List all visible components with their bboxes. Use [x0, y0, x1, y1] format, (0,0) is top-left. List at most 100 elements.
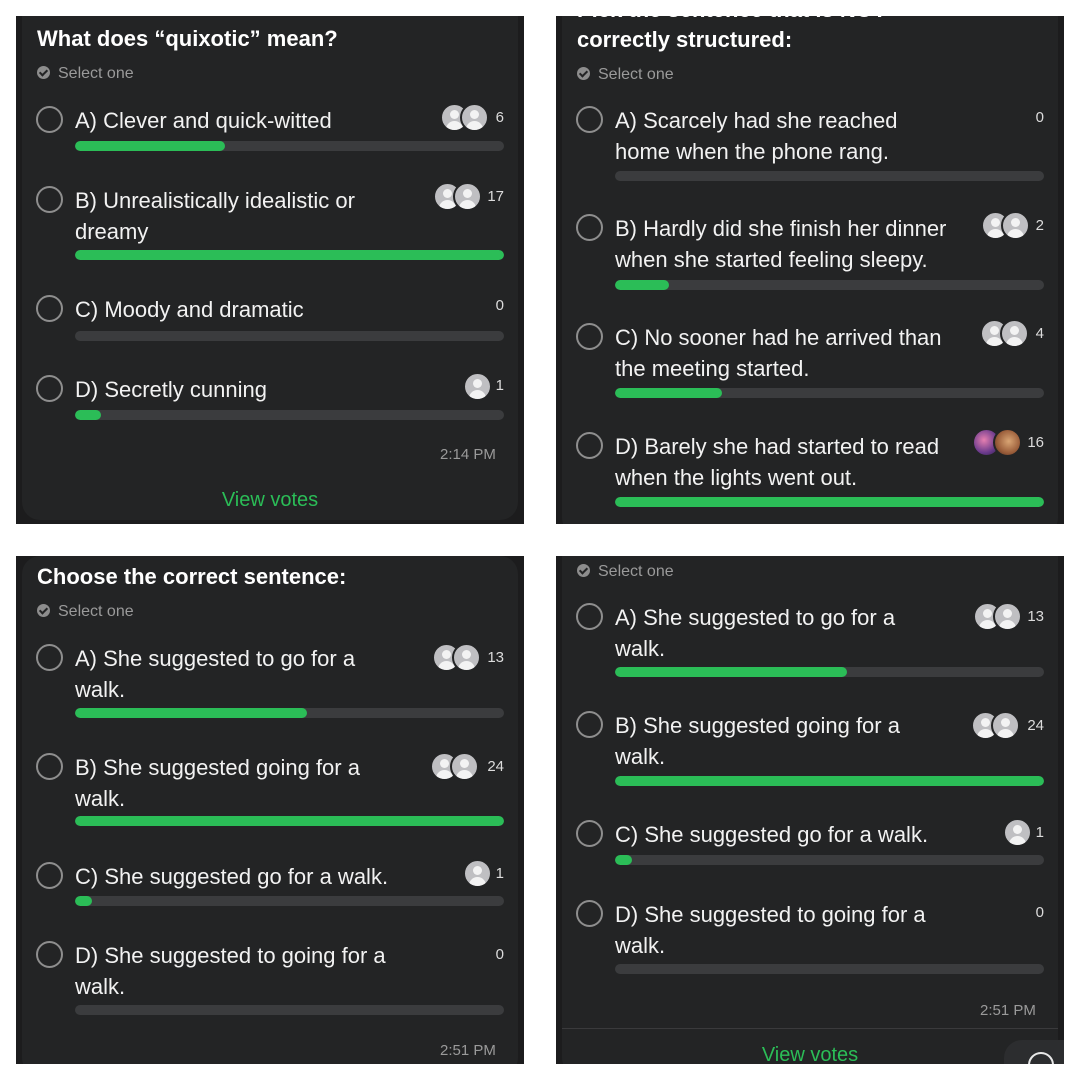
- timestamp: 2:51 PM: [980, 1002, 1036, 1019]
- radio-option-c[interactable]: [576, 323, 603, 350]
- poll-panel-correct-sentence-results: Select one A) She suggested to go for a …: [556, 556, 1064, 1064]
- poll-question-partial: Pick the sentence that is NOT: [577, 16, 886, 24]
- radio-option-a[interactable]: [576, 106, 603, 133]
- poll-card: Pick the sentence that is NOT correctly …: [562, 16, 1058, 524]
- option-c-label[interactable]: C) She suggested go for a walk.: [615, 819, 975, 850]
- radio-option-a[interactable]: [36, 644, 63, 671]
- result-bar-d: [75, 1005, 504, 1015]
- option-a-label[interactable]: A) She suggested to go for a walk.: [615, 602, 925, 664]
- view-votes-button[interactable]: View votes: [710, 1044, 910, 1064]
- vote-count-a: 13: [487, 649, 504, 666]
- footer-divider: [562, 1028, 1058, 1029]
- radio-option-a[interactable]: [36, 106, 63, 133]
- vote-count-c: 1: [1035, 824, 1044, 841]
- option-c-label[interactable]: C) No sooner had he arrived than the mee…: [615, 322, 975, 384]
- option-d-label[interactable]: D) She suggested to going for a walk.: [615, 899, 945, 961]
- vote-count-b: 2: [1035, 217, 1044, 234]
- radio-option-a[interactable]: [576, 603, 603, 630]
- result-bar-a: [75, 141, 504, 151]
- result-bar-b: [75, 250, 504, 260]
- vote-count-a: 13: [1027, 608, 1044, 625]
- view-votes-button[interactable]: View votes: [170, 489, 370, 512]
- result-bar-c: [75, 331, 504, 341]
- option-c-label[interactable]: C) She suggested go for a walk.: [75, 861, 435, 892]
- result-bar-c: [75, 896, 504, 906]
- result-bar-d: [615, 497, 1044, 507]
- option-d-label[interactable]: D) She suggested to going for a walk.: [75, 940, 405, 1002]
- option-b-label[interactable]: B) Unrealistically idealistic or dreamy: [75, 185, 385, 247]
- check-circle-icon: [37, 604, 50, 617]
- result-bar-b: [615, 280, 1044, 290]
- result-fill-a: [75, 708, 307, 718]
- option-a-label[interactable]: A) Scarcely had she reached home when th…: [615, 105, 945, 167]
- poll-question: What does “quixotic” mean?: [37, 26, 338, 51]
- poll-card: Select one A) She suggested to go for a …: [562, 556, 1058, 1064]
- select-one-hint: Select one: [577, 66, 674, 84]
- result-fill-b: [615, 776, 1044, 786]
- select-one-hint: Select one: [37, 603, 134, 621]
- radio-option-d[interactable]: [36, 375, 63, 402]
- result-fill-c: [75, 896, 93, 906]
- poll-card: What does “quixotic” mean? Select one A)…: [22, 16, 518, 520]
- result-bar-a: [615, 171, 1044, 181]
- result-fill-d: [75, 410, 101, 420]
- vote-count-b: 24: [1027, 717, 1044, 734]
- poll-card: Choose the correct sentence: Select one …: [22, 556, 518, 1064]
- radio-option-b[interactable]: [36, 753, 63, 780]
- option-c-label[interactable]: C) Moody and dramatic: [75, 294, 415, 325]
- poll-panel-quixotic: What does “quixotic” mean? Select one A)…: [16, 16, 524, 524]
- radio-option-b[interactable]: [576, 214, 603, 241]
- select-one-hint: Select one: [577, 563, 674, 581]
- vote-count-d: 1: [495, 377, 504, 394]
- vote-count-a: 6: [495, 109, 504, 126]
- vote-count-b: 24: [487, 758, 504, 775]
- floating-action-button[interactable]: [1004, 1040, 1064, 1064]
- result-fill-b: [75, 816, 504, 826]
- option-b-label[interactable]: B) Hardly did she finish her dinner when…: [615, 213, 980, 275]
- option-d-label[interactable]: D) Barely she had started to read when t…: [615, 431, 975, 493]
- result-bar-b: [615, 776, 1044, 786]
- vote-count-a: 0: [1035, 109, 1044, 126]
- poll-panel-not-structured: Pick the sentence that is NOT correctly …: [556, 16, 1064, 524]
- poll-question: correctly structured:: [577, 27, 793, 52]
- check-circle-icon: [37, 66, 50, 79]
- result-bar-c: [615, 855, 1044, 865]
- option-b-label[interactable]: B) She suggested going for a walk.: [75, 752, 385, 814]
- radio-option-b[interactable]: [36, 186, 63, 213]
- vote-count-d: 0: [1035, 904, 1044, 921]
- vote-count-b: 17: [487, 188, 504, 205]
- result-bar-c: [615, 388, 1044, 398]
- timestamp: 2:51 PM: [440, 1042, 496, 1059]
- radio-option-d[interactable]: [576, 900, 603, 927]
- result-fill-d: [615, 497, 1044, 507]
- result-bar-d: [75, 410, 504, 420]
- timestamp: 2:14 PM: [440, 446, 496, 463]
- radio-option-d[interactable]: [576, 432, 603, 459]
- check-circle-icon: [577, 67, 590, 80]
- radio-option-c[interactable]: [36, 862, 63, 889]
- check-circle-icon: [577, 564, 590, 577]
- result-bar-a: [615, 667, 1044, 677]
- radio-option-c[interactable]: [576, 820, 603, 847]
- result-bar-d: [615, 964, 1044, 974]
- vote-count-d: 0: [495, 946, 504, 963]
- result-fill-b: [75, 250, 504, 260]
- poll-panel-correct-sentence: Choose the correct sentence: Select one …: [16, 556, 524, 1064]
- radio-option-c[interactable]: [36, 295, 63, 322]
- result-bar-b: [75, 816, 504, 826]
- circle-icon: [1028, 1052, 1054, 1064]
- result-fill-c: [615, 855, 633, 865]
- option-a-label[interactable]: A) She suggested to go for a walk.: [75, 643, 385, 705]
- option-b-label[interactable]: B) She suggested going for a walk.: [615, 710, 925, 772]
- select-one-hint: Select one: [37, 65, 134, 83]
- vote-count-c: 4: [1035, 325, 1044, 342]
- vote-count-c: 0: [495, 297, 504, 314]
- radio-option-d[interactable]: [36, 941, 63, 968]
- result-fill-b: [615, 280, 669, 290]
- result-fill-a: [75, 141, 226, 151]
- option-d-label[interactable]: D) Secretly cunning: [75, 374, 415, 405]
- vote-count-c: 1: [495, 865, 504, 882]
- vote-count-d: 16: [1027, 434, 1044, 451]
- radio-option-b[interactable]: [576, 711, 603, 738]
- option-a-label[interactable]: A) Clever and quick-witted: [75, 105, 415, 136]
